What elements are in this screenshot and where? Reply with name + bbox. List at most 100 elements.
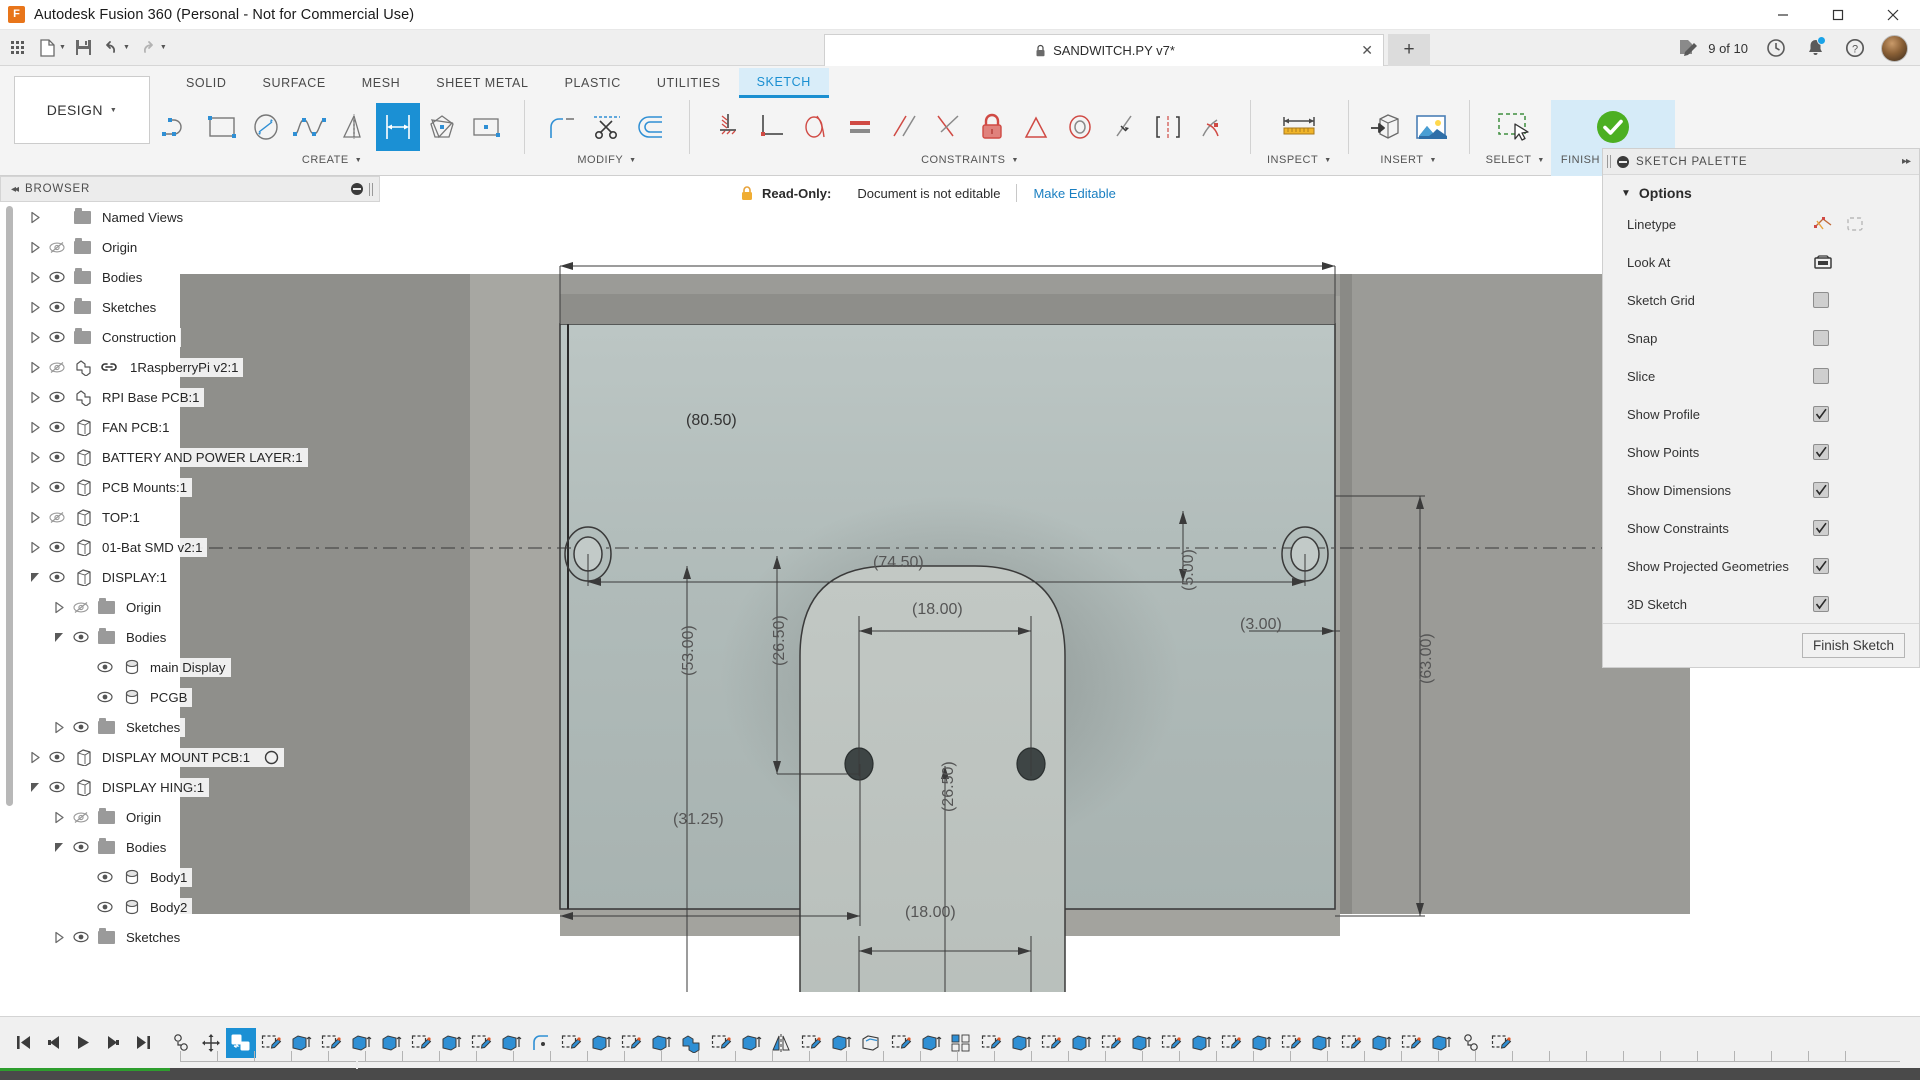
expander-expand-icon[interactable] <box>27 271 44 284</box>
dimension-label[interactable]: (26.50) <box>771 615 789 666</box>
browser-tree-item[interactable]: Origin <box>0 802 380 832</box>
expander-expand-icon[interactable] <box>27 541 44 554</box>
undo-button[interactable]: ▼ <box>97 30 134 66</box>
visibility-on-icon[interactable] <box>68 931 94 943</box>
new-tab-button[interactable]: + <box>1388 34 1430 66</box>
maximize-button[interactable] <box>1810 0 1865 30</box>
expander-expand-icon[interactable] <box>27 211 44 224</box>
dimension-label[interactable]: (74.50) <box>873 554 924 572</box>
browser-tree-item[interactable]: 1RaspberryPi v2:1 <box>0 352 380 382</box>
workspace-selector[interactable]: DESIGN ▼ <box>14 76 150 144</box>
browser-tree-item[interactable]: DISPLAY:1 <box>0 562 380 592</box>
redo-button[interactable]: ▼ <box>134 30 171 66</box>
step-forward-icon[interactable] <box>98 1026 128 1060</box>
close-icon[interactable]: ✕ <box>1361 42 1373 59</box>
expander-expand-icon[interactable] <box>51 601 68 614</box>
skip-end-icon[interactable] <box>128 1026 158 1060</box>
make-editable-link[interactable]: Make Editable <box>1033 186 1115 201</box>
trim-icon[interactable] <box>585 103 629 151</box>
panel-grip-handle[interactable] <box>1607 155 1611 168</box>
tab-solid[interactable]: SOLID <box>168 68 245 98</box>
close-button[interactable] <box>1865 0 1920 30</box>
perpendicular-constraint-icon[interactable] <box>926 103 970 151</box>
step-back-icon[interactable] <box>38 1026 68 1060</box>
minimize-button[interactable] <box>1755 0 1810 30</box>
visibility-off-icon[interactable] <box>44 511 70 524</box>
clock-icon[interactable] <box>1762 30 1790 66</box>
symmetry-constraint-icon[interactable] <box>1146 103 1190 151</box>
browser-tree-item[interactable]: TOP:1 <box>0 502 380 532</box>
browser-tree-item[interactable]: Sketches <box>0 922 380 952</box>
dimension-label[interactable]: (80.50) <box>686 412 737 430</box>
tab-mesh[interactable]: MESH <box>344 68 419 98</box>
tangent-constraint-icon[interactable] <box>794 103 838 151</box>
expander-expand-icon[interactable] <box>27 241 44 254</box>
expander-expand-icon[interactable] <box>27 751 44 764</box>
collinear-constraint-icon[interactable] <box>1102 103 1146 151</box>
sketch-dimension-icon[interactable] <box>376 103 420 151</box>
dimension-label[interactable]: (5.00) <box>1180 549 1198 591</box>
checkbox-3d-sketch[interactable] <box>1813 596 1829 612</box>
checkbox-slice[interactable] <box>1813 368 1829 384</box>
browser-tree-item[interactable]: main Display <box>0 652 380 682</box>
curvature-constraint-icon[interactable] <box>1190 103 1234 151</box>
browser-tree-item[interactable]: 01-Bat SMD v2:1 <box>0 532 380 562</box>
expand-icon[interactable]: ▸▸ <box>1902 156 1911 167</box>
linetype-construction-icon[interactable] <box>1845 215 1865 233</box>
visibility-on-icon[interactable] <box>44 421 70 433</box>
browser-tree-item[interactable]: Sketches <box>0 712 380 742</box>
rectangular-pattern-icon[interactable] <box>464 103 508 151</box>
browser-tree-item[interactable]: Sketches <box>0 292 380 322</box>
expander-expand-icon[interactable] <box>27 451 44 464</box>
fix-unfix-constraint-icon[interactable] <box>970 103 1014 151</box>
visibility-on-icon[interactable] <box>92 901 118 913</box>
ribbon-group-constraints-label[interactable]: CONSTRAINTS ▼ <box>921 154 1019 166</box>
expander-expand-icon[interactable] <box>51 721 68 734</box>
expander-collapse-icon[interactable] <box>27 781 44 794</box>
tab-plastic[interactable]: PLASTIC <box>547 68 639 98</box>
ribbon-group-modify-label[interactable]: MODIFY ▼ <box>577 154 636 166</box>
collapse-icon[interactable]: ◂◂ <box>11 184 19 195</box>
checkbox-show-constraints[interactable] <box>1813 520 1829 536</box>
browser-tree-item[interactable]: DISPLAY MOUNT PCB:1 <box>0 742 380 772</box>
visibility-on-icon[interactable] <box>44 781 70 793</box>
undo-caret[interactable]: ▼ <box>123 44 130 51</box>
browser-tree-item[interactable]: Body1 <box>0 862 380 892</box>
mirror-icon[interactable] <box>332 103 376 151</box>
browser-tree-item[interactable]: Named Views <box>0 202 380 232</box>
fillet-icon[interactable] <box>541 103 585 151</box>
visibility-off-icon[interactable] <box>68 811 94 824</box>
expander-expand-icon[interactable] <box>27 481 44 494</box>
checkbox-show-points[interactable] <box>1813 444 1829 460</box>
browser-tree-item[interactable]: DISPLAY HING:1 <box>0 772 380 802</box>
dimension-label[interactable]: (18.00) <box>905 904 956 922</box>
expander-expand-icon[interactable] <box>27 301 44 314</box>
line-icon[interactable] <box>156 103 200 151</box>
help-icon[interactable]: ? <box>1841 30 1869 66</box>
expander-expand-icon[interactable] <box>27 331 44 344</box>
visibility-on-icon[interactable] <box>92 871 118 883</box>
document-tab[interactable]: SANDWITCH.PY v7* ✕ <box>824 34 1384 66</box>
insert-derive-icon[interactable] <box>1365 103 1409 151</box>
checkbox-snap[interactable] <box>1813 330 1829 346</box>
checkbox-show-projected-geometries[interactable] <box>1813 558 1829 574</box>
visibility-on-icon[interactable] <box>44 751 70 763</box>
dimension-label[interactable]: (18.00) <box>912 601 963 619</box>
expander-collapse-icon[interactable] <box>51 841 68 854</box>
concentric-constraint-icon[interactable] <box>1058 103 1102 151</box>
browser-tree-item[interactable]: Construction <box>0 322 380 352</box>
expander-expand-icon[interactable] <box>27 391 44 404</box>
expander-collapse-icon[interactable] <box>51 631 68 644</box>
ribbon-group-create-label[interactable]: CREATE ▼ <box>302 154 362 166</box>
visibility-on-icon[interactable] <box>92 661 118 673</box>
browser-tree-item[interactable]: Origin <box>0 592 380 622</box>
browser-tree-item[interactable]: PCB Mounts:1 <box>0 472 380 502</box>
app-grid-icon[interactable] <box>0 30 34 66</box>
new-file-caret[interactable]: ▼ <box>59 44 66 51</box>
circle-icon[interactable] <box>244 103 288 151</box>
visibility-on-icon[interactable] <box>68 841 94 853</box>
browser-tree-item[interactable]: Body2 <box>0 892 380 922</box>
panel-grip-handle[interactable] <box>369 182 373 196</box>
visibility-on-icon[interactable] <box>44 301 70 313</box>
parallel-constraint-icon[interactable] <box>882 103 926 151</box>
